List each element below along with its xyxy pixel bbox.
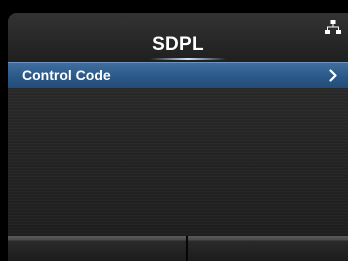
network-icon [325,20,341,34]
softkey-right[interactable] [188,236,348,261]
softkey-left[interactable] [8,236,186,261]
menu-panel: SDPL Control Code [8,13,348,261]
softkey-bar [8,236,348,261]
printer-display: SDPL Control Code [0,0,348,261]
menu-item-label: Control Code [22,67,111,83]
chevron-right-icon [329,69,337,82]
header-bar: SDPL [8,13,348,62]
title-underline [150,58,226,60]
page-title: SDPL [152,34,204,55]
menu-item-control-code[interactable]: Control Code [8,62,348,88]
